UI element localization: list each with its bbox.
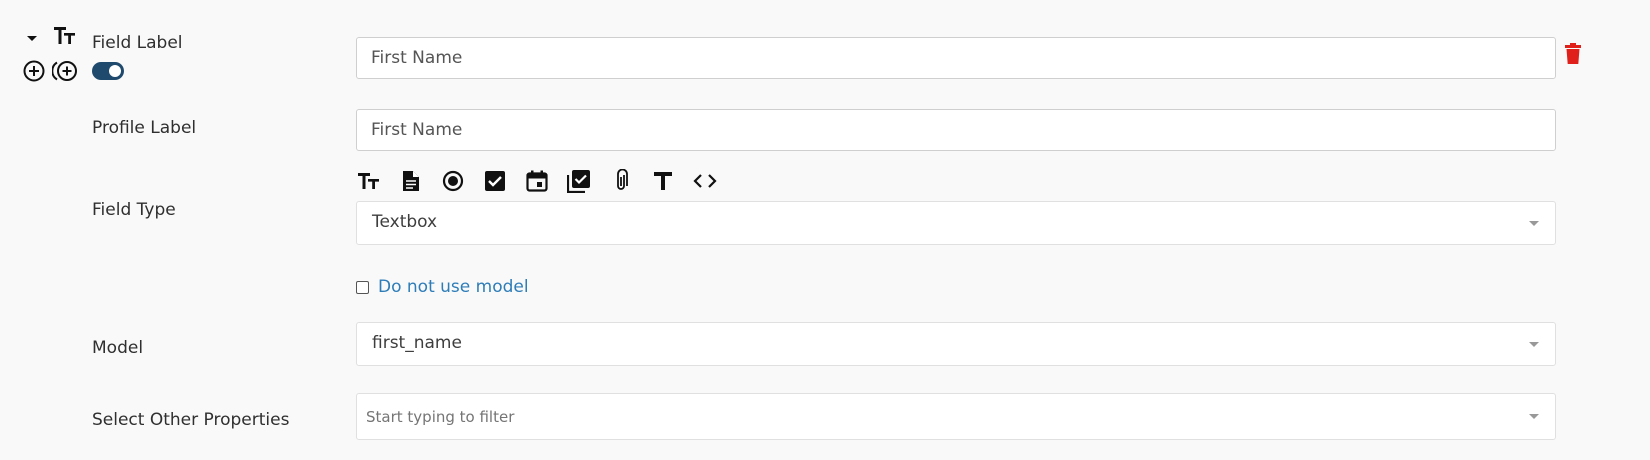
field-enabled-toggle[interactable] [92, 62, 124, 80]
field-type-value: Textbox [372, 212, 438, 232]
field-type-title: Field Type [92, 200, 176, 220]
text-icon[interactable] [650, 168, 676, 194]
profile-label-title: Profile Label [92, 118, 197, 138]
field-label-input[interactable] [357, 38, 1555, 78]
collapse-caret-icon[interactable] [27, 36, 37, 41]
multi-checkbox-icon[interactable] [566, 168, 592, 194]
chevron-down-icon [1529, 414, 1539, 419]
do-not-use-model-checkbox[interactable] [356, 280, 369, 294]
calendar-icon[interactable] [524, 168, 550, 194]
field-label-title: Field Label [92, 33, 183, 53]
radio-icon[interactable] [440, 168, 466, 194]
add-field-icon[interactable] [23, 60, 45, 82]
do-not-use-model-row: Do not use model [356, 276, 529, 298]
toggle-knob [109, 65, 121, 77]
model-value: first_name [372, 333, 462, 353]
profile-label-input-wrap [356, 109, 1556, 151]
model-select[interactable]: first_name [356, 322, 1556, 366]
code-icon[interactable] [692, 168, 718, 194]
do-not-use-model-label[interactable]: Do not use model [378, 277, 529, 297]
delete-field-icon[interactable] [1564, 43, 1582, 65]
add-nested-field-icon[interactable] [51, 60, 77, 82]
profile-label-input[interactable] [357, 110, 1555, 150]
field-type-select[interactable]: Textbox [356, 201, 1556, 245]
model-title: Model [92, 338, 144, 358]
chevron-down-icon [1529, 342, 1539, 347]
chevron-down-icon [1529, 221, 1539, 226]
document-icon[interactable] [398, 168, 424, 194]
field-editor-row: Field Label Profile Label [0, 0, 1650, 460]
field-label-input-wrap [356, 37, 1556, 79]
textbox-icon[interactable] [356, 168, 382, 194]
textbox-type-icon [53, 24, 77, 46]
other-properties-title: Select Other Properties [92, 410, 290, 430]
other-properties-filter-input[interactable] [357, 394, 1555, 439]
attachment-icon[interactable] [608, 168, 634, 194]
other-properties-select[interactable] [356, 393, 1556, 440]
checkbox-icon[interactable] [482, 168, 508, 194]
